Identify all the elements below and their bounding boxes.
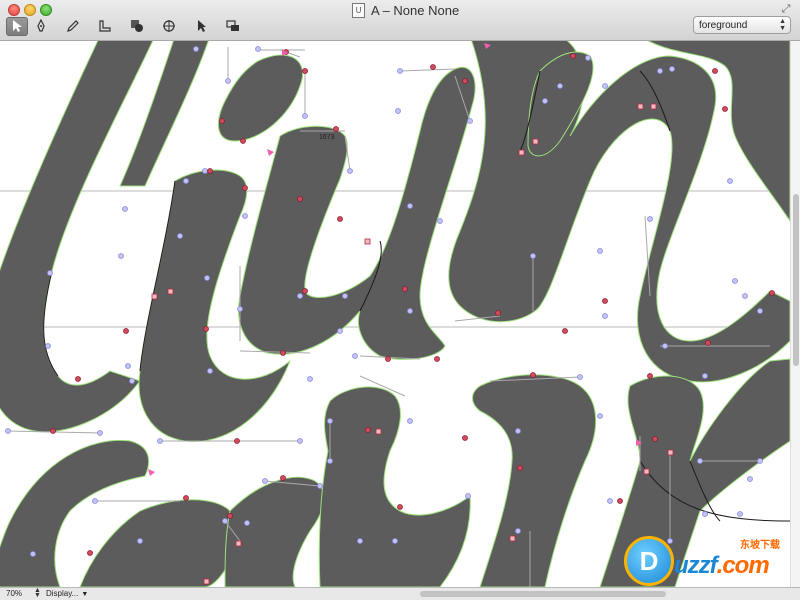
horizontal-scroll-thumb[interactable] [420,591,666,597]
node-tool-button[interactable] [190,17,212,36]
arrow-icon [13,20,22,32]
pencil-icon [67,20,79,32]
layer-select[interactable]: foreground ▲ ▼ [693,16,791,34]
watermark-cn-text: 东坡下载 [740,540,780,551]
titlebar: U A – None None ⤢ foreground ▲ ▼ [0,0,800,41]
shapes-tool-button[interactable] [126,17,148,36]
layers-tool-button[interactable] [222,17,244,36]
vertical-scrollbar[interactable] [790,41,800,587]
uzzf-watermark: D 东坡下载 uzzf.com [618,532,794,590]
measure-tool-button[interactable] [94,17,116,36]
pencil-tool-button[interactable] [62,17,84,36]
pen-tool-button[interactable] [30,17,52,36]
vertical-scroll-thumb[interactable] [793,194,799,366]
display-menu[interactable]: Display... ▼ [46,589,88,598]
zoom-level[interactable]: 70% [6,589,22,598]
pen-icon [37,19,45,32]
select-tool-button[interactable] [6,16,28,36]
close-window-button[interactable] [8,4,20,16]
node-arrow-icon [198,20,206,32]
chevron-down-icon: ▼ [81,591,89,598]
window-title: U A – None None [352,2,459,18]
point-coordinate-label: 1673 [319,134,335,141]
watermark-brand: uzzf.com [674,552,770,580]
glyph-editor-window: U A – None None ⤢ foreground ▲ ▼ 1673 70… [0,0,800,600]
uzzf-logo-icon: D [624,536,674,586]
watermark-domain: .com [716,552,770,579]
component-tool-button[interactable] [158,17,180,36]
minimize-window-button[interactable] [24,4,36,16]
document-icon: U [352,2,365,18]
glyph-canvas[interactable]: .g{fill:#5c5c5c;stroke:#9be27a;stroke-wi… [0,41,790,587]
compass-icon [163,20,175,32]
layer-select-value: foreground [699,19,748,31]
layers-icon [226,20,239,31]
fullscreen-icon[interactable]: ⤢ [780,3,792,15]
ruler-icon [99,20,111,32]
chevron-updown-icon: ▲ ▼ [779,18,786,32]
zoom-window-button[interactable] [40,4,52,16]
shapes-icon [131,20,143,32]
uzzf-logo-letter: D [639,545,659,576]
tool-palette [6,16,246,36]
glyph-shapes [0,41,790,587]
window-title-text: A – None None [371,2,460,18]
watermark-brand-name: uzzf [674,552,718,579]
glyph-outline-drawing: .g{fill:#5c5c5c;stroke:#9be27a;stroke-wi… [0,41,790,587]
zoom-stepper-icon[interactable]: ▲ ▼ [34,587,41,599]
display-menu-label: Display... [46,589,79,598]
